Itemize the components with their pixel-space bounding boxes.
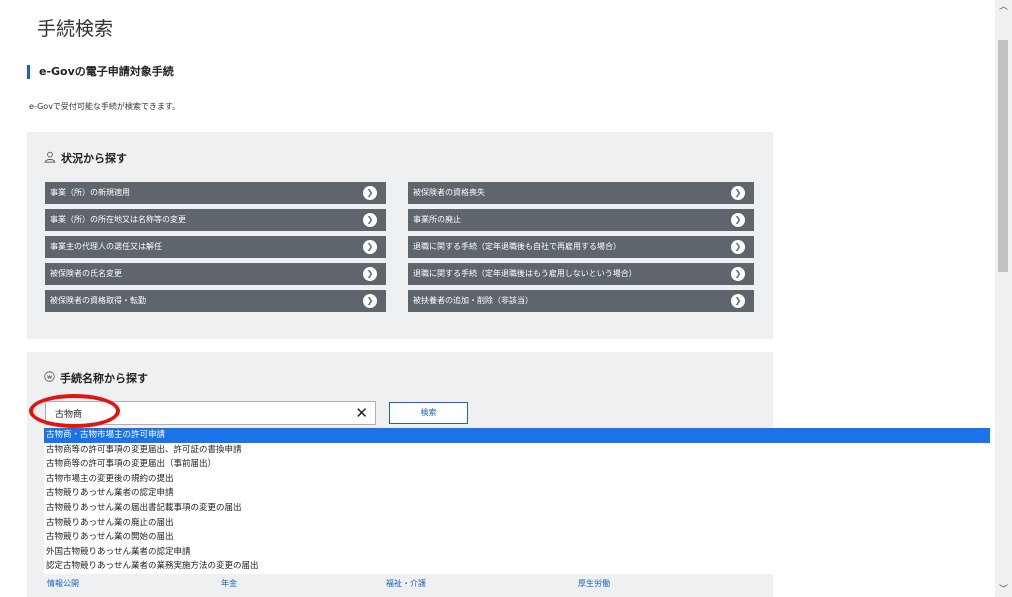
autocomplete-list: 古物商・古物市場主の許可申請 古物商等の許可事項の変更届出、許可証の書換申請 古… — [44, 428, 990, 574]
search-input-box: ✕ — [45, 401, 376, 425]
vertical-scrollbar[interactable]: ︿ ﹀ — [995, 0, 1012, 597]
footer-links: 情報公開 年金 福祉・介護 厚生労働 — [0, 578, 773, 590]
situation-item-name-change[interactable]: 被保険者の氏名変更 ❯ — [45, 263, 386, 285]
name-search-title: 手続名称から探す — [60, 372, 148, 385]
name-search-heading: w 手続名称から探す — [44, 370, 148, 386]
chevron-down-icon: ❯ — [363, 294, 377, 308]
section-title: e-Govの電子申請対象手続 — [27, 65, 174, 79]
situation-item-dependents[interactable]: 被扶養者の追加・削除（非該当） ❯ — [408, 290, 754, 312]
suggestion-item[interactable]: 古物商等の許可事項の変更届出（事前届出） — [44, 457, 990, 472]
chevron-down-icon: ❯ — [363, 186, 377, 200]
suggestion-item[interactable]: 古物競りあっせん業の廃止の届出 — [44, 516, 990, 531]
scroll-thumb[interactable] — [998, 40, 1008, 272]
footer-link-disclosure[interactable]: 情報公開 — [47, 578, 79, 589]
suggestion-item[interactable]: 外国古物競りあっせん業者の認定申請 — [44, 545, 990, 560]
w-circle-icon: w — [44, 371, 55, 385]
situation-item-agent[interactable]: 事業主の代理人の選任又は解任 ❯ — [45, 236, 386, 258]
situation-item-retire[interactable]: 退職に関する手続（定年退職後はもう雇用しないという場合） ❯ — [408, 263, 754, 285]
chevron-down-icon: ❯ — [363, 240, 377, 254]
chevron-down-icon: ❯ — [731, 213, 745, 227]
scroll-up-icon[interactable]: ︿ — [995, 0, 1012, 14]
suggestion-item[interactable]: 古物競りあっせん業者の認定申請 — [44, 486, 990, 501]
scroll-down-icon[interactable]: ﹀ — [995, 583, 1012, 597]
search-button[interactable]: 検索 — [389, 402, 468, 424]
person-icon — [44, 151, 56, 166]
procedure-name-input[interactable] — [46, 402, 345, 425]
chevron-down-icon: ❯ — [731, 186, 745, 200]
chevron-down-icon: ❯ — [731, 294, 745, 308]
situation-item-loss[interactable]: 被保険者の資格喪失 ❯ — [408, 182, 754, 204]
chevron-down-icon: ❯ — [731, 267, 745, 281]
situation-item-retire-rehire[interactable]: 退職に関する手続（定年退職後も自社で再雇用する場合） ❯ — [408, 236, 754, 258]
page-title: 手続検索 — [37, 18, 114, 40]
situation-item-address-change[interactable]: 事業（所）の所在地又は名称等の変更 ❯ — [45, 209, 386, 231]
footer-link-welfare[interactable]: 福祉・介護 — [386, 578, 426, 589]
status-search-heading: 状況から探す — [44, 150, 127, 166]
chevron-down-icon: ❯ — [731, 240, 745, 254]
footer-link-pension[interactable]: 年金 — [221, 578, 237, 589]
page-description: e-Govで受付可能な手続が検索できます。 — [29, 102, 181, 111]
situation-item-new-application[interactable]: 事業（所）の新規適用 ❯ — [45, 182, 386, 204]
status-search-title: 状況から探す — [61, 152, 127, 165]
suggestion-item[interactable]: 認定古物競りあっせん業者の業務実施方法の変更の届出 — [44, 559, 990, 574]
chevron-down-icon: ❯ — [363, 213, 377, 227]
status-search-panel: 状況から探す 事業（所）の新規適用 ❯ 事業（所）の所在地又は名称等の変更 ❯ … — [27, 132, 773, 339]
suggestion-item[interactable]: 古物市場主の変更後の規約の提出 — [44, 472, 990, 487]
suggestion-item[interactable]: 古物商等の許可事項の変更届出、許可証の書換申請 — [44, 443, 990, 458]
footer-link-labor[interactable]: 厚生労働 — [578, 578, 610, 589]
suggestion-item[interactable]: 古物商・古物市場主の許可申請 — [44, 428, 990, 443]
clear-icon[interactable]: ✕ — [355, 404, 368, 422]
svg-text:w: w — [47, 375, 52, 381]
situation-item-closure[interactable]: 事業所の廃止 ❯ — [408, 209, 754, 231]
situation-item-qualification[interactable]: 被保険者の資格取得・転勤 ❯ — [45, 290, 386, 312]
suggestion-item[interactable]: 古物競りあっせん業の開始の届出 — [44, 530, 990, 545]
suggestion-item[interactable]: 古物競りあっせん業の届出書記載事項の変更の届出 — [44, 501, 990, 516]
chevron-down-icon: ❯ — [363, 267, 377, 281]
